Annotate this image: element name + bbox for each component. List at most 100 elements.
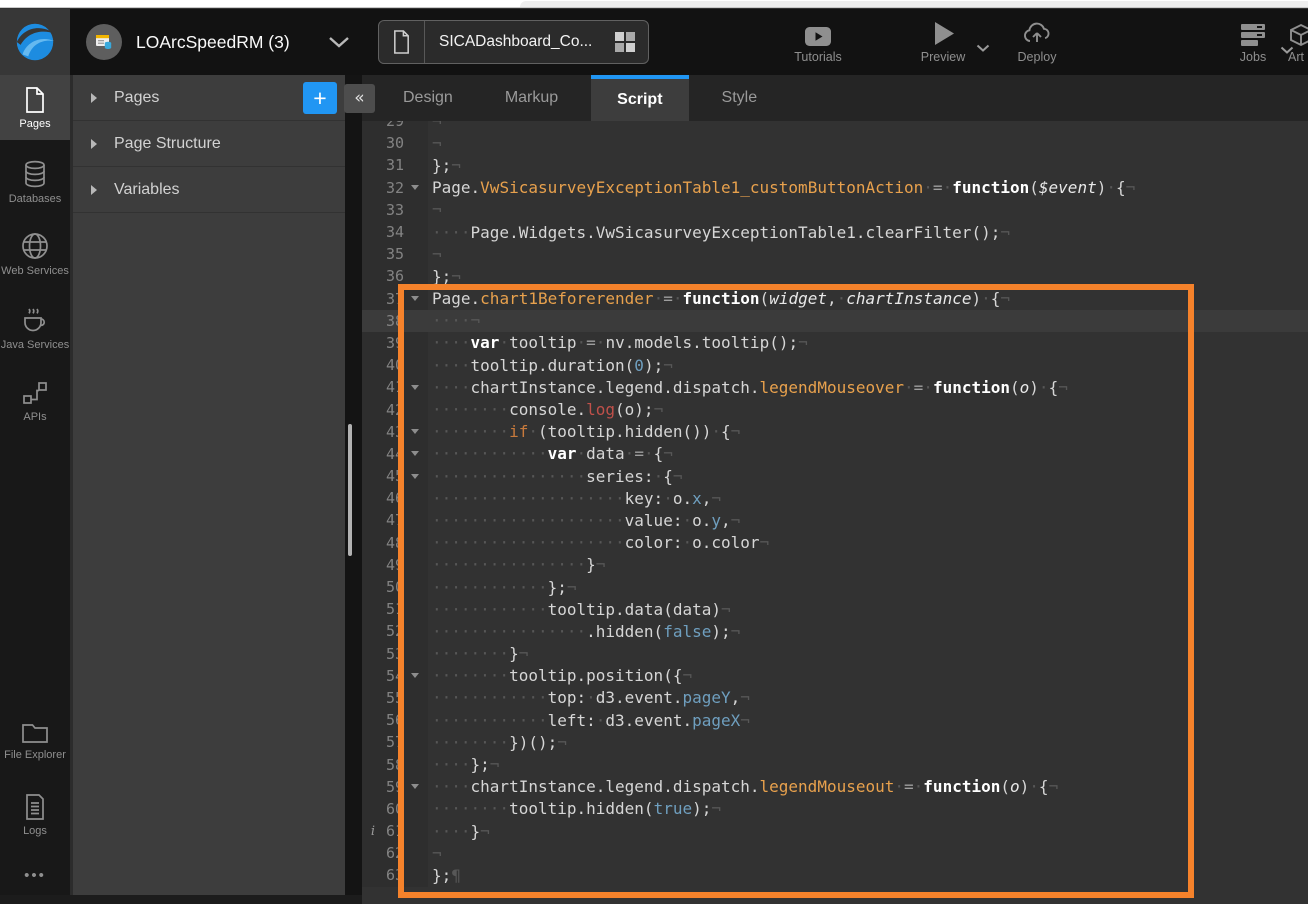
code-line-56[interactable]: 56············left:·d3.event.pageX¬ xyxy=(362,709,1308,731)
code-line-37[interactable]: 37Page.chart1Beforerender·=·function(wid… xyxy=(362,288,1308,310)
preview-button[interactable]: Preview xyxy=(908,18,978,64)
code-text: ················series:·{¬ xyxy=(428,467,682,486)
code-line-50[interactable]: 50············};¬ xyxy=(362,576,1308,598)
line-number: 34 xyxy=(375,223,404,241)
code-text: ········tooltip.position({¬ xyxy=(428,666,692,685)
left-rail: Pages Databases Web Services xyxy=(0,75,70,904)
code-line-34[interactable]: 34····Page.Widgets.VwSicasurveyException… xyxy=(362,221,1308,243)
code-line-33[interactable]: 33¬ xyxy=(362,199,1308,221)
deploy-button[interactable]: Deploy xyxy=(1002,18,1072,64)
sidebar-item-pages[interactable]: Pages xyxy=(0,75,70,140)
panel-section-page-structure[interactable]: Page Structure xyxy=(73,121,345,167)
sidebar-item-web-services[interactable]: Web Services xyxy=(0,223,70,286)
code-line-49[interactable]: 49················}¬ xyxy=(362,554,1308,576)
preview-play-icon xyxy=(908,18,978,47)
fold-arrow-icon[interactable] xyxy=(404,185,426,190)
apis-label: APIs xyxy=(0,411,70,424)
code-line-35[interactable]: 35¬ xyxy=(362,243,1308,265)
sidebar-item-logs[interactable]: Logs xyxy=(0,785,70,846)
deploy-label: Deploy xyxy=(1002,50,1072,64)
caret-right-icon xyxy=(91,185,97,195)
fold-arrow-icon[interactable] xyxy=(404,296,426,301)
grid-icon[interactable] xyxy=(614,31,648,53)
java-services-label: Java Services xyxy=(0,339,70,352)
code-line-39[interactable]: 39····var·tooltip·=·nv.models.tooltip();… xyxy=(362,332,1308,354)
line-number: 53 xyxy=(375,645,404,663)
line-number: 57 xyxy=(375,733,404,751)
code-text: ············top:·d3.event.pageY,¬ xyxy=(428,688,750,707)
info-icon[interactable]: i xyxy=(362,824,375,839)
line-number: 47 xyxy=(375,511,404,529)
code-line-42[interactable]: 42········console.log(o);¬ xyxy=(362,398,1308,420)
code-line-57[interactable]: 57········})();¬ xyxy=(362,731,1308,753)
code-line-30[interactable]: 30¬ xyxy=(362,132,1308,154)
panel-section-variables[interactable]: Variables xyxy=(73,167,345,213)
collapse-panel-button[interactable]: « xyxy=(344,84,375,113)
code-line-47[interactable]: 47····················value:·o.y,¬ xyxy=(362,509,1308,531)
project-switcher[interactable]: LOArcSpeedRM (3) xyxy=(86,9,350,75)
java-services-icon xyxy=(0,305,70,335)
tab-design[interactable]: Design xyxy=(384,75,472,121)
code-line-55[interactable]: 55············top:·d3.event.pageY,¬ xyxy=(362,687,1308,709)
code-line-48[interactable]: 48····················color:·o.color¬ xyxy=(362,532,1308,554)
fold-arrow-icon[interactable] xyxy=(404,673,426,678)
caret-right-icon xyxy=(91,139,97,149)
line-number: 38 xyxy=(375,312,404,330)
sidebar-item-apis[interactable]: APIs xyxy=(0,371,70,432)
code-line-63[interactable]: 63};¶ xyxy=(362,864,1308,886)
code-line-41[interactable]: 41····chartInstance.legend.dispatch.lege… xyxy=(362,376,1308,398)
code-line-59[interactable]: 59····chartInstance.legend.dispatch.lege… xyxy=(362,776,1308,798)
jobs-button[interactable]: Jobs xyxy=(1218,18,1288,64)
code-text: ········}¬ xyxy=(428,644,528,663)
panel-page-structure-label: Page Structure xyxy=(114,135,221,153)
code-line-52[interactable]: 52················.hidden(false);¬ xyxy=(362,620,1308,642)
tutorials-button[interactable]: Tutorials xyxy=(783,18,853,64)
code-line-51[interactable]: 51············tooltip.data(data)¬ xyxy=(362,598,1308,620)
code-text: };¬ xyxy=(428,267,461,286)
sidebar-item-java-services[interactable]: Java Services xyxy=(0,297,70,360)
project-name: LOArcSpeedRM (3) xyxy=(136,32,290,53)
script-editor[interactable]: 29¬30¬31};¬32Page.VwSicasurveyExceptionT… xyxy=(362,121,1308,904)
tab-style[interactable]: Style xyxy=(703,75,777,121)
code-text: ¬ xyxy=(428,844,442,863)
page-doc-icon xyxy=(379,21,425,63)
page-selector[interactable]: SICADashboard_Co... xyxy=(378,20,649,64)
code-line-60[interactable]: 60········tooltip.hidden(true);¬ xyxy=(362,798,1308,820)
code-line-29[interactable]: 29¬ xyxy=(362,121,1308,132)
panel-scrollbar-thumb[interactable] xyxy=(348,424,352,556)
code-line-40[interactable]: 40····tooltip.duration(0);¬ xyxy=(362,354,1308,376)
panel-section-pages[interactable]: Pages + xyxy=(73,75,345,121)
sidebar-item-databases[interactable]: Databases xyxy=(0,151,70,214)
add-page-button[interactable]: + xyxy=(303,82,337,114)
artifacts-button-partial[interactable]: Art xyxy=(1288,18,1308,64)
code-text: ····chartInstance.legend.dispatch.legend… xyxy=(428,777,1058,796)
code-line-61[interactable]: i61····}¬ xyxy=(362,820,1308,842)
wavemaker-logo[interactable] xyxy=(0,9,70,75)
code-line-38[interactable]: 38····¬ xyxy=(362,310,1308,332)
code-line-36[interactable]: 36};¬ xyxy=(362,265,1308,287)
code-text: ····var·tooltip·=·nv.models.tooltip();¬ xyxy=(428,333,808,352)
fold-arrow-icon[interactable] xyxy=(404,429,426,434)
code-line-43[interactable]: 43········if·(tooltip.hidden())·{¬ xyxy=(362,421,1308,443)
fold-arrow-icon[interactable] xyxy=(404,385,426,390)
fold-arrow-icon[interactable] xyxy=(404,784,426,789)
code-text: ················.hidden(false);¬ xyxy=(428,622,740,641)
code-line-53[interactable]: 53 ········}¬ xyxy=(362,643,1308,665)
preview-chevron-icon[interactable] xyxy=(976,44,990,52)
code-line-62[interactable]: 62¬ xyxy=(362,842,1308,864)
code-line-45[interactable]: 45················series:·{¬ xyxy=(362,465,1308,487)
code-line-44[interactable]: 44············var·data·=·{¬ xyxy=(362,443,1308,465)
logs-icon xyxy=(0,793,70,821)
code-line-58[interactable]: 58····};¬ xyxy=(362,753,1308,775)
fold-arrow-icon[interactable] xyxy=(404,474,426,479)
tab-markup[interactable]: Markup xyxy=(486,75,577,121)
sidebar-item-file-explorer[interactable]: File Explorer xyxy=(0,711,70,770)
line-number: 44 xyxy=(375,445,404,463)
code-line-32[interactable]: 32Page.VwSicasurveyExceptionTable1_custo… xyxy=(362,177,1308,199)
fold-arrow-icon[interactable] xyxy=(404,451,426,456)
code-line-54[interactable]: 54········tooltip.position({¬ xyxy=(362,665,1308,687)
sidebar-more-button[interactable]: ••• xyxy=(0,863,70,888)
code-line-31[interactable]: 31};¬ xyxy=(362,154,1308,176)
code-line-46[interactable]: 46····················key:·o.x,¬ xyxy=(362,487,1308,509)
tab-script[interactable]: Script xyxy=(591,75,688,121)
